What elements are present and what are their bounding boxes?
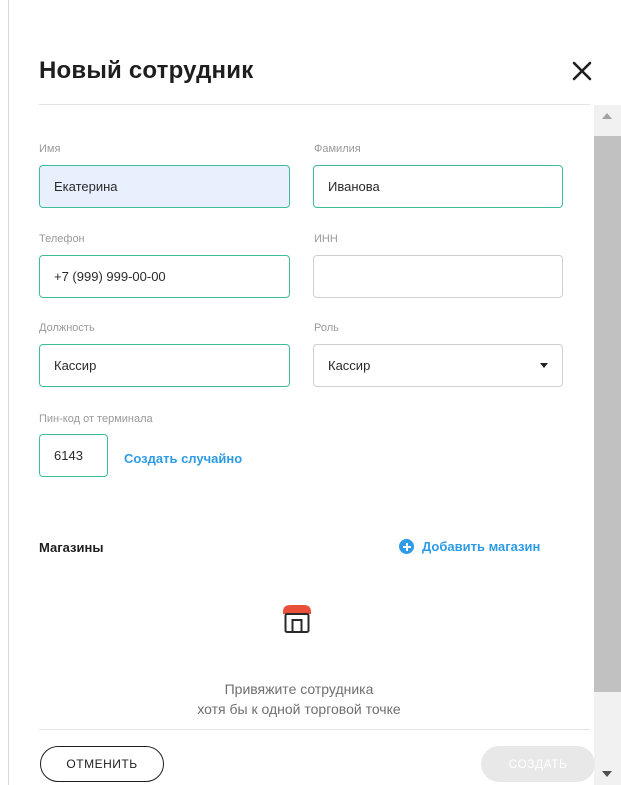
position-label: Должность [39, 322, 95, 334]
scroll-up-arrow-icon[interactable] [602, 113, 612, 119]
scrollbar[interactable] [594, 105, 621, 785]
scroll-thumb[interactable] [594, 136, 621, 692]
pin-label: Пин-код от терминала [39, 413, 153, 425]
first-name-value: Екатерина [54, 179, 118, 194]
last-name-value: Иванова [328, 179, 380, 194]
add-store-label: Добавить магазин [422, 539, 541, 554]
position-value: Кассир [54, 358, 97, 373]
empty-message-line2: хотя бы к одной торговой точке [197, 701, 401, 717]
new-employee-modal: Новый сотрудник Имя Екатерина Фамилия Ив… [9, 0, 621, 785]
store-icon [283, 605, 311, 633]
role-value: Кассир [328, 358, 371, 373]
plus-circle-icon [399, 539, 414, 554]
create-button[interactable]: СОЗДАТЬ [481, 746, 595, 782]
scroll-down-arrow-icon[interactable] [602, 771, 612, 777]
last-name-label: Фамилия [314, 143, 361, 155]
footer-divider [39, 729, 590, 730]
stores-empty-message: Привяжите сотрудника хотя бы к одной тор… [129, 679, 469, 719]
role-select[interactable]: Кассир [313, 344, 563, 387]
stores-title: Магазины [39, 540, 104, 555]
phone-label: Телефон [39, 233, 85, 245]
close-icon[interactable] [569, 58, 595, 84]
last-name-field[interactable]: Иванова [313, 165, 563, 208]
phone-value: +7 (999) 999-00-00 [54, 269, 166, 284]
first-name-label: Имя [39, 143, 61, 155]
position-field[interactable]: Кассир [39, 344, 290, 387]
first-name-field[interactable]: Екатерина [39, 165, 290, 208]
empty-message-line1: Привяжите сотрудника [224, 681, 374, 697]
role-label: Роль [314, 322, 339, 334]
cancel-button[interactable]: ОТМЕНИТЬ [40, 746, 164, 782]
pin-value: 6143 [54, 448, 83, 463]
pin-field[interactable]: 6143 [39, 434, 108, 477]
add-store-button[interactable]: Добавить магазин [399, 539, 540, 554]
inn-field[interactable] [313, 255, 563, 298]
phone-field[interactable]: +7 (999) 999-00-00 [39, 255, 290, 298]
chevron-down-icon [540, 363, 548, 368]
form-scroll-area: Имя Екатерина Фамилия Иванова Телефон +7… [9, 105, 621, 730]
generate-pin-link[interactable]: Создать случайно [124, 451, 242, 466]
modal-title: Новый сотрудник [39, 57, 254, 84]
inn-label: ИНН [314, 233, 338, 245]
